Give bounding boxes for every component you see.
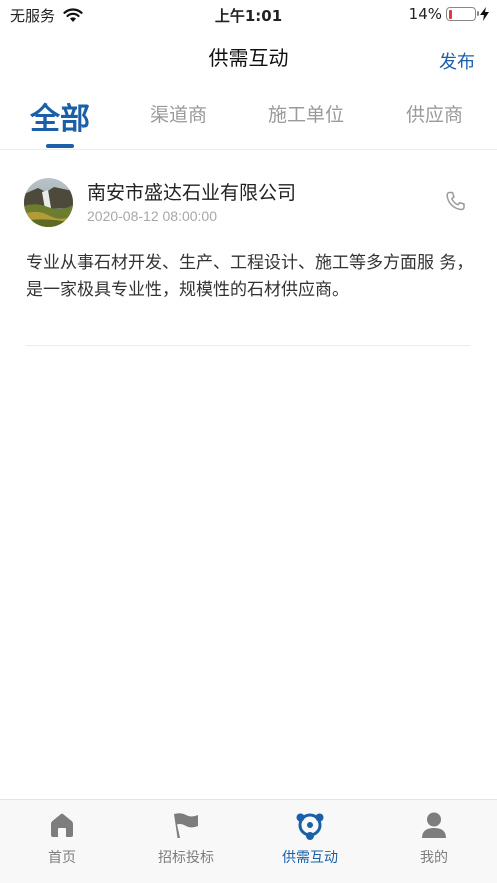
bottom-tab-home[interactable]: 首页	[0, 800, 124, 883]
avatar-landscape-image	[24, 178, 73, 227]
nav-bar: 供需互动 发布	[0, 28, 497, 84]
status-right: 14%	[409, 5, 489, 23]
phone-icon[interactable]	[443, 190, 467, 214]
user-icon	[422, 812, 446, 838]
bottom-tab-bar: 首页 招标投标 供需互动 我的	[0, 799, 497, 883]
bottom-tab-label: 招标投标	[158, 850, 214, 866]
publish-button[interactable]: 发布	[439, 48, 475, 74]
flag-icon	[174, 813, 198, 838]
tab-construction-units[interactable]: 施工单位	[268, 100, 344, 127]
tab-channel-dealers[interactable]: 渠道商	[150, 100, 207, 127]
battery-level	[448, 9, 452, 19]
bottom-tab-bidding[interactable]: 招标投标	[124, 800, 248, 883]
active-tab-indicator	[46, 144, 74, 148]
post-time: 2020-08-12 08:00:00	[87, 208, 217, 224]
share-nodes-icon	[296, 813, 324, 840]
home-icon	[51, 813, 73, 837]
tab-suppliers[interactable]: 供应商	[406, 100, 463, 127]
charging-bolt-icon	[480, 7, 489, 21]
avatar[interactable]	[24, 178, 73, 227]
category-tabs: 全部 渠道商 施工单位 供应商	[0, 84, 497, 150]
bottom-tab-label: 供需互动	[282, 850, 338, 866]
battery-percent: 14%	[408, 5, 442, 23]
post-card[interactable]: 南安市盛达石业有限公司 2020-08-12 08:00:00 专业从事石材开发…	[0, 150, 497, 346]
bottom-tab-mine[interactable]: 我的	[372, 800, 496, 883]
tab-all[interactable]: 全部	[30, 94, 90, 138]
company-name[interactable]: 南安市盛达石业有限公司	[87, 178, 296, 205]
battery-icon	[446, 7, 479, 21]
bottom-tab-label: 我的	[420, 850, 448, 866]
bottom-tab-label: 首页	[48, 850, 76, 866]
post-description: 专业从事石材开发、生产、工程设计、施工等多方面服 务，是一家极具专业性，规模性的…	[26, 253, 474, 300]
bottom-tab-supply-demand[interactable]: 供需互动	[248, 800, 372, 883]
card-divider	[26, 345, 470, 346]
page-title: 供需互动	[208, 46, 289, 70]
status-bar: 无服务 上午1:01 14%	[0, 0, 497, 28]
